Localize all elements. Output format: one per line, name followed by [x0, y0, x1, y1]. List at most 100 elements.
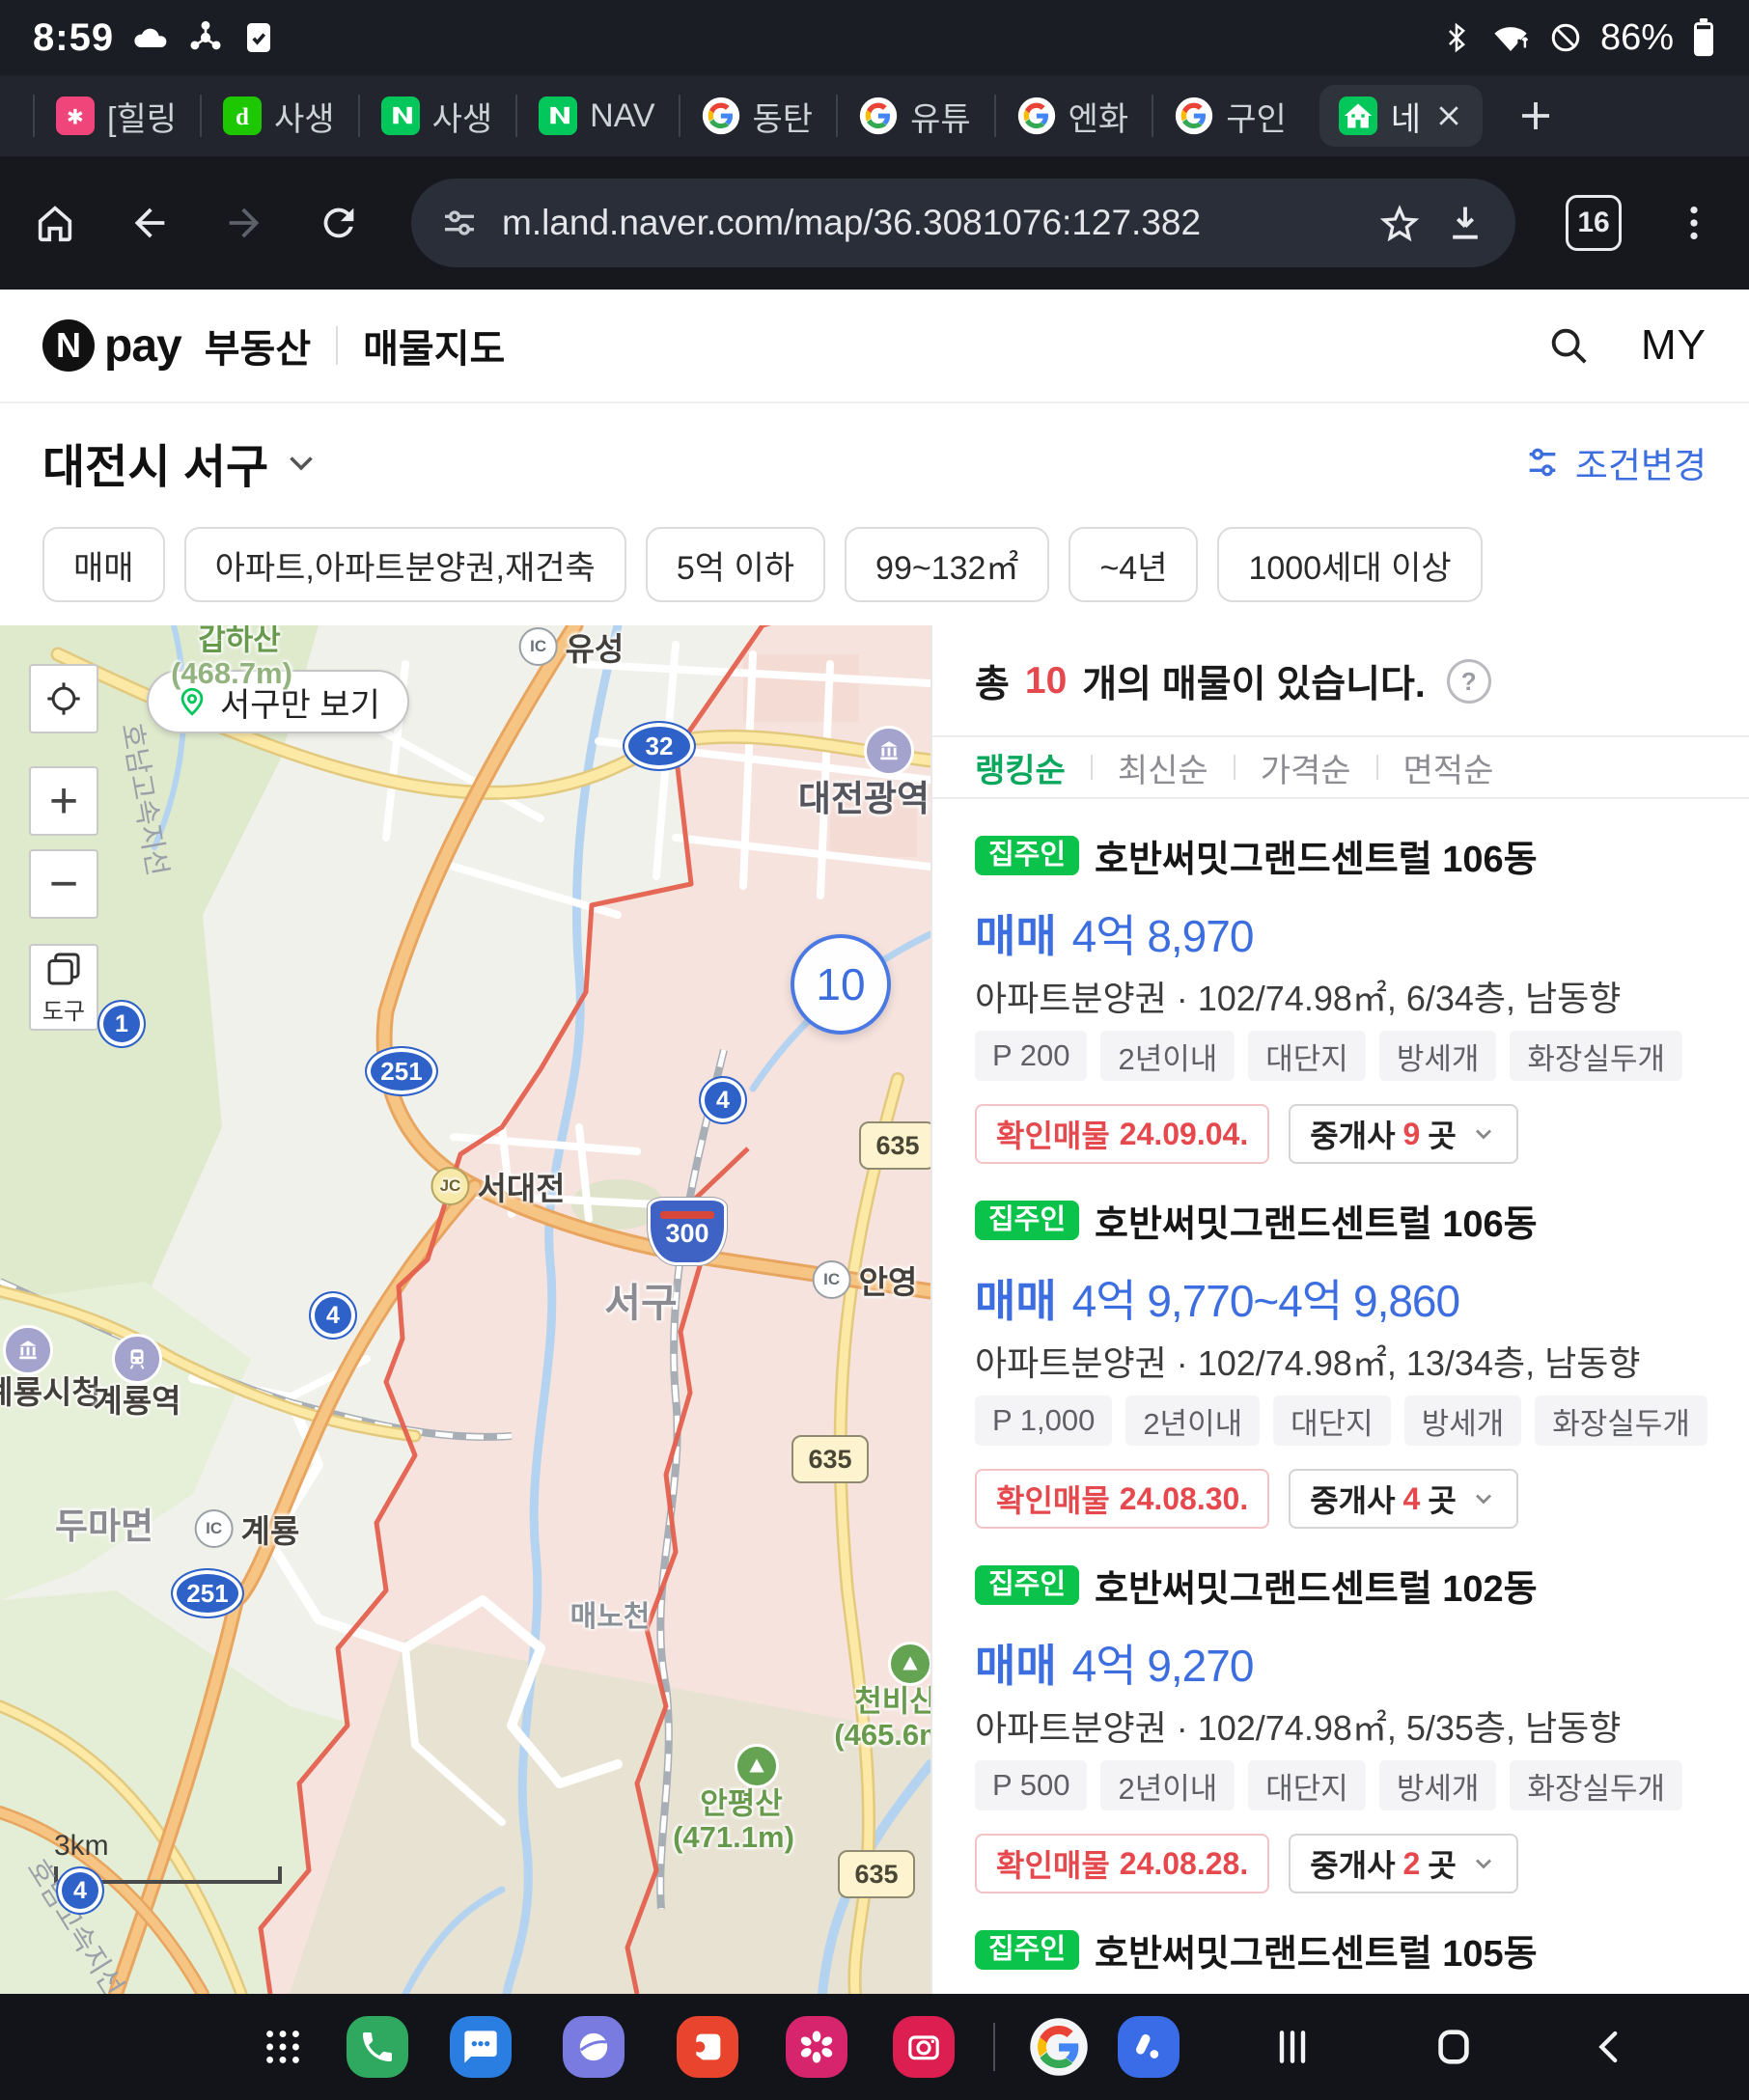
google-favicon — [1175, 97, 1213, 135]
listing-card[interactable]: 집주인호반써밋그랜드센트럴 102동매매4억 9,270아파트분양권 · 102… — [932, 1529, 1749, 1893]
agents-dropdown-button[interactable]: 중개사2곳 — [1289, 1834, 1518, 1893]
app-drawer-icon[interactable] — [261, 2025, 305, 2069]
phone-app-icon[interactable] — [347, 2016, 408, 2078]
agent-suffix: 곳 — [1428, 1477, 1456, 1521]
agents-dropdown-button[interactable]: 중개사9곳 — [1289, 1104, 1518, 1164]
trade-type: 매매 — [975, 901, 1057, 965]
listing-title: 호반써밋그랜드센트럴 105동 — [1095, 1923, 1538, 1976]
zoom-out-button[interactable]: − — [29, 849, 98, 919]
map-tools-button[interactable]: 도구 — [29, 944, 98, 1031]
map-label-text: 서구 — [604, 1270, 677, 1328]
map-label-text: 대전광역시 — [798, 769, 930, 821]
reload-button[interactable] — [317, 201, 361, 245]
browser-tab[interactable]: 사생 — [358, 75, 516, 156]
recents-nav-button[interactable] — [1271, 2026, 1314, 2068]
tistory-app-icon[interactable] — [677, 2016, 738, 2078]
confirmed-listing-button[interactable]: 확인매물24.09.04. — [975, 1104, 1269, 1164]
browser-tab[interactable]: 동탄 — [679, 75, 837, 156]
bookmark-star-icon[interactable] — [1378, 202, 1421, 244]
interchange-badge: JC — [430, 1167, 469, 1205]
url-text: m.land.naver.com/map/36.3081076:127.382 — [502, 203, 1355, 243]
region-selector[interactable]: 대전시 서구 — [42, 428, 319, 496]
naver-favicon — [381, 97, 420, 135]
browser-tab-strip: ✱[힐링d사생사생NAV동탄유튜엔화구인 네 — [0, 75, 1749, 156]
google-favicon — [1017, 97, 1056, 135]
messages-app-icon[interactable] — [450, 2016, 512, 2078]
listing-card[interactable]: 집주인호반써밋그랜드센트럴 106동매매4억 9,770~4억 9,860아파트… — [932, 1164, 1749, 1529]
browser-menu-icon[interactable] — [1672, 201, 1716, 245]
map-canvas[interactable]: 10 + − 도구 서구만 보기 3km 갑하산(468.7m)IC유성대전광역… — [0, 625, 930, 1994]
listing-tag: 화장실두개 — [1510, 1031, 1682, 1081]
listing-card[interactable]: 집주인호반써밋그랜드센트럴 105동매매4억 9,770 — [932, 1893, 1749, 1994]
sort-tab[interactable]: 면적순 — [1403, 744, 1494, 791]
map-label-text: 계룡시청 — [0, 1367, 101, 1413]
filter-chip[interactable]: 아파트,아파트분양권,재건축 — [184, 527, 626, 602]
naver-n-logo: N — [42, 319, 95, 372]
map-label: (468.7m) — [171, 656, 292, 691]
confirm-label: 확인매물 — [996, 1477, 1110, 1521]
filter-chip[interactable]: 1000세대 이상 — [1217, 527, 1482, 602]
forward-button[interactable] — [222, 201, 266, 245]
download-icon[interactable] — [1444, 202, 1486, 244]
route-shield: 4 — [56, 1866, 104, 1915]
current-location-button[interactable] — [29, 664, 98, 733]
camera-app-icon[interactable] — [893, 2016, 955, 2078]
filter-chip[interactable]: 99~132㎡ — [845, 527, 1049, 602]
listing-tag: P 500 — [975, 1760, 1087, 1810]
browser-tab[interactable]: NAV — [515, 75, 678, 156]
listing-tag: 대단지 — [1273, 1395, 1391, 1446]
browser-tab[interactable]: ✱[힐링 — [33, 75, 200, 156]
route-shield: 4 — [699, 1076, 747, 1124]
browser-tab[interactable]: 엔화 — [994, 75, 1152, 156]
search-icon[interactable] — [1546, 323, 1591, 368]
npay-logo[interactable]: N pay 부동산 — [42, 318, 311, 373]
flower-app-icon[interactable] — [786, 2016, 847, 2078]
google-app-icon[interactable] — [1029, 2017, 1089, 2077]
listing-card[interactable]: 집주인호반써밋그랜드센트럴 106동매매4억 8,970아파트분양권 · 102… — [932, 799, 1749, 1164]
zoom-in-button[interactable]: + — [29, 766, 98, 836]
filter-chip[interactable]: 5억 이하 — [646, 527, 825, 602]
agent-count: 2 — [1403, 1846, 1421, 1882]
sort-separator — [1234, 755, 1235, 780]
svg-text:d: d — [236, 104, 249, 130]
agents-dropdown-button[interactable]: 중개사4곳 — [1289, 1469, 1518, 1529]
sort-tab[interactable]: 랭킹순 — [975, 744, 1066, 791]
browser-tab[interactable]: d사생 — [200, 75, 358, 156]
confirmed-listing-button[interactable]: 확인매물24.08.30. — [975, 1469, 1269, 1529]
my-menu[interactable]: MY — [1641, 321, 1707, 370]
help-icon[interactable]: ? — [1447, 659, 1491, 704]
home-nav-button[interactable] — [1431, 2025, 1476, 2069]
route-shield: 1 — [97, 1000, 146, 1048]
back-button[interactable] — [127, 201, 172, 245]
filter-chip[interactable]: 매매 — [42, 527, 165, 602]
layers-icon — [44, 950, 83, 988]
samsung-internet-app-icon[interactable] — [563, 2016, 625, 2078]
route-shield: 300 — [648, 1198, 727, 1265]
map-label: IC유성 — [519, 625, 625, 670]
route-shield: 251 — [171, 1568, 244, 1618]
listing-tag: 대단지 — [1248, 1760, 1366, 1810]
header-divider — [336, 326, 338, 365]
sort-separator — [1091, 755, 1093, 780]
listing-tag: 대단지 — [1248, 1031, 1366, 1081]
blue-pen-app-icon[interactable] — [1118, 2016, 1180, 2078]
browser-tab[interactable]: 유튜 — [836, 75, 994, 156]
filter-chip[interactable]: ~4년 — [1069, 527, 1198, 602]
browser-tab[interactable]: 구인 — [1152, 75, 1310, 156]
route-shield: 251 — [365, 1046, 438, 1096]
new-tab-button[interactable] — [1510, 90, 1562, 142]
confirmed-listing-button[interactable]: 확인매물24.08.28. — [975, 1834, 1269, 1893]
change-conditions-button[interactable]: 조건변경 — [1523, 436, 1707, 488]
listing-cluster-marker[interactable]: 10 — [791, 934, 891, 1035]
tab-switcher-button[interactable]: 16 — [1566, 195, 1622, 251]
site-settings-tune-icon[interactable] — [440, 204, 479, 242]
url-field[interactable]: m.land.naver.com/map/36.3081076:127.382 — [411, 179, 1515, 267]
active-tab[interactable]: 네 — [1319, 85, 1483, 147]
back-nav-button[interactable] — [1590, 2027, 1630, 2067]
sort-tab[interactable]: 가격순 — [1261, 744, 1351, 791]
close-tab-icon[interactable] — [1434, 101, 1463, 130]
sort-tab[interactable]: 최신순 — [1118, 744, 1208, 791]
listing-tags: P 1,0002년이내대단지방세개화장실두개 — [975, 1395, 1707, 1446]
home-button[interactable] — [33, 201, 77, 245]
map-label-text: 유성 — [566, 625, 625, 670]
